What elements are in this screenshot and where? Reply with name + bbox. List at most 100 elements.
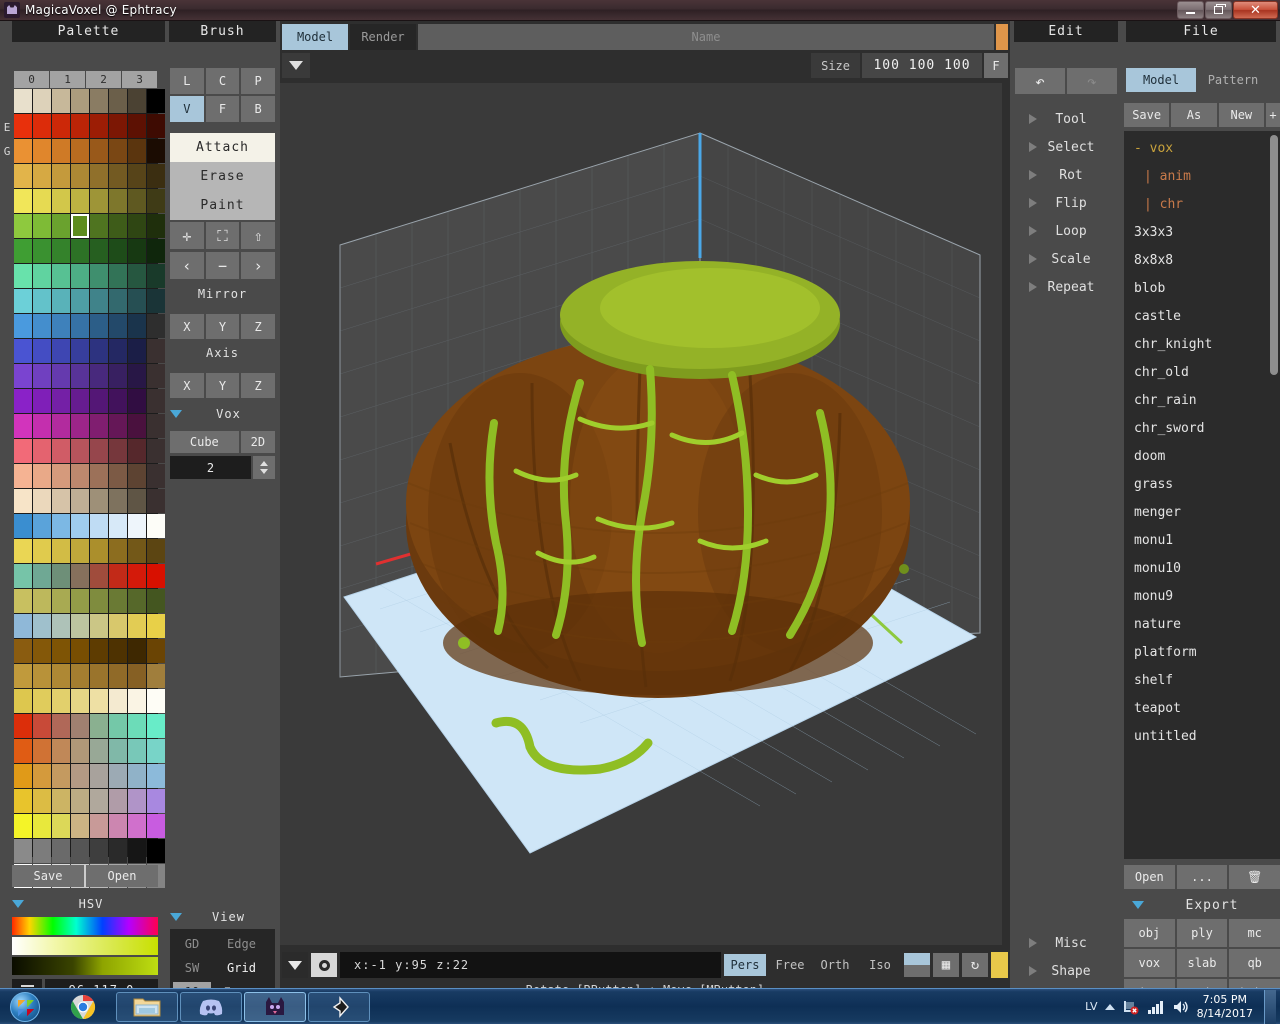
palette-swatch[interactable] bbox=[109, 839, 127, 863]
palette-swatch[interactable] bbox=[147, 364, 165, 388]
palette-swatch[interactable] bbox=[52, 614, 70, 638]
projection-free[interactable]: Free bbox=[769, 954, 811, 976]
palette-swatch[interactable] bbox=[71, 139, 89, 163]
palette-swatch[interactable] bbox=[71, 564, 89, 588]
palette-swatch[interactable] bbox=[52, 789, 70, 813]
projection-iso[interactable]: Iso bbox=[859, 954, 901, 976]
palette-swatch[interactable] bbox=[33, 664, 51, 688]
palette-swatch[interactable] bbox=[90, 664, 108, 688]
palette-swatch[interactable] bbox=[71, 164, 89, 188]
palette-swatch[interactable] bbox=[71, 414, 89, 438]
palette-swatch[interactable] bbox=[147, 164, 165, 188]
palette-swatch[interactable] bbox=[147, 689, 165, 713]
palette-swatch[interactable] bbox=[52, 114, 70, 138]
palette-swatch[interactable] bbox=[14, 789, 32, 813]
move-icon[interactable]: ✛ bbox=[170, 222, 204, 249]
palette-swatch[interactable] bbox=[14, 689, 32, 713]
palette-save-button[interactable]: Save bbox=[12, 865, 84, 887]
vox-size-value[interactable]: 2 bbox=[170, 456, 251, 479]
palette-swatch[interactable] bbox=[52, 89, 70, 113]
grid-icon[interactable]: ▦ bbox=[933, 953, 959, 977]
file-more-button[interactable]: ... bbox=[1176, 865, 1228, 889]
edit-item-rot[interactable]: Rot bbox=[1015, 161, 1117, 189]
palette-swatch[interactable] bbox=[147, 139, 165, 163]
palette-swatch[interactable] bbox=[147, 489, 165, 513]
palette-swatch[interactable] bbox=[90, 139, 108, 163]
file-list-item[interactable]: menger bbox=[1124, 499, 1280, 527]
brush-shape-p[interactable]: P bbox=[241, 68, 275, 94]
palette-swatch[interactable] bbox=[33, 364, 51, 388]
palette-swatch[interactable] bbox=[128, 214, 146, 238]
palette-swatch[interactable] bbox=[90, 364, 108, 388]
discord-icon[interactable] bbox=[180, 991, 242, 1022]
palette-swatch[interactable] bbox=[90, 539, 108, 563]
palette-swatch[interactable] bbox=[90, 339, 108, 363]
view-key-gd[interactable]: GD bbox=[173, 934, 211, 954]
palette-swatch[interactable] bbox=[33, 339, 51, 363]
palette-swatch[interactable] bbox=[71, 539, 89, 563]
vox-section-header[interactable]: Vox bbox=[170, 404, 275, 424]
palette-swatch[interactable] bbox=[147, 264, 165, 288]
palette-swatch[interactable] bbox=[147, 764, 165, 788]
brush-shape-f[interactable]: F bbox=[205, 96, 240, 122]
view-toggle-edge[interactable]: Edge bbox=[211, 937, 272, 951]
palette-swatch[interactable] bbox=[14, 589, 32, 613]
palette-swatch[interactable] bbox=[90, 214, 108, 238]
palette-swatch[interactable] bbox=[128, 439, 146, 463]
edit-item-misc[interactable]: Misc bbox=[1015, 929, 1117, 957]
palette-swatch[interactable] bbox=[52, 164, 70, 188]
palette-swatch[interactable] bbox=[109, 314, 127, 338]
file-open-button[interactable]: Open bbox=[1124, 865, 1175, 889]
edit-item-select[interactable]: Select bbox=[1015, 133, 1117, 161]
palette-swatch[interactable] bbox=[109, 364, 127, 388]
palette-swatch[interactable] bbox=[52, 839, 70, 863]
projection-orth[interactable]: Orth bbox=[814, 954, 856, 976]
palette-swatch[interactable] bbox=[52, 739, 70, 763]
palette-swatch[interactable] bbox=[109, 214, 127, 238]
palette-swatch[interactable] bbox=[128, 614, 146, 638]
palette-swatch[interactable] bbox=[33, 714, 51, 738]
brush-mode-paint[interactable]: Paint bbox=[170, 191, 275, 220]
palette-swatch[interactable] bbox=[14, 414, 32, 438]
palette-swatch[interactable] bbox=[52, 589, 70, 613]
palette-swatch-grid[interactable] bbox=[14, 89, 165, 888]
mirror-axis-y[interactable]: Y bbox=[205, 314, 240, 339]
palette-swatch[interactable] bbox=[147, 289, 165, 313]
start-orb[interactable] bbox=[0, 990, 50, 1024]
palette-swatch[interactable] bbox=[71, 439, 89, 463]
palette-swatch[interactable] bbox=[128, 689, 146, 713]
palette-swatch[interactable] bbox=[109, 639, 127, 663]
palette-swatch[interactable] bbox=[33, 289, 51, 313]
palette-swatch[interactable] bbox=[90, 189, 108, 213]
palette-swatch[interactable] bbox=[90, 114, 108, 138]
value-slider[interactable] bbox=[12, 957, 158, 975]
palette-swatch[interactable] bbox=[52, 339, 70, 363]
palette-swatch[interactable] bbox=[33, 214, 51, 238]
palette-swatch[interactable] bbox=[71, 314, 89, 338]
extrude-icon[interactable]: ⇧ bbox=[241, 222, 275, 249]
palette-swatch[interactable] bbox=[128, 739, 146, 763]
palette-swatch[interactable] bbox=[33, 764, 51, 788]
palette-swatch[interactable] bbox=[71, 489, 89, 513]
palette-swatch[interactable] bbox=[128, 539, 146, 563]
viewport-options-button[interactable] bbox=[282, 952, 308, 978]
palette-swatch[interactable] bbox=[90, 289, 108, 313]
brush-shape-c[interactable]: C bbox=[205, 68, 240, 94]
palette-swatch[interactable] bbox=[33, 139, 51, 163]
palette-swatch[interactable] bbox=[109, 764, 127, 788]
palette-swatch[interactable] bbox=[52, 439, 70, 463]
palette-swatch[interactable] bbox=[90, 314, 108, 338]
palette-swatch[interactable] bbox=[71, 764, 89, 788]
palette-swatch[interactable] bbox=[71, 814, 89, 838]
palette-swatch[interactable] bbox=[71, 739, 89, 763]
palette-swatch[interactable] bbox=[109, 464, 127, 488]
edit-item-scale[interactable]: Scale bbox=[1015, 245, 1117, 273]
palette-swatch[interactable] bbox=[71, 189, 89, 213]
palette-swatch[interactable] bbox=[128, 589, 146, 613]
palette-swatch[interactable] bbox=[33, 464, 51, 488]
palette-swatch[interactable] bbox=[14, 814, 32, 838]
palette-swatch[interactable] bbox=[14, 639, 32, 663]
palette-swatch[interactable] bbox=[33, 564, 51, 588]
projection-pers[interactable]: Pers bbox=[724, 954, 766, 976]
palette-swatch[interactable] bbox=[128, 89, 146, 113]
